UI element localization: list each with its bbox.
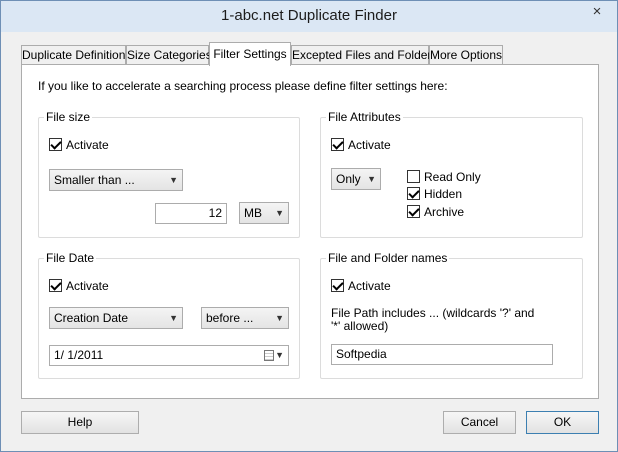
chevron-down-icon: ▼: [169, 175, 178, 185]
archive-checkbox[interactable]: Archive: [407, 205, 464, 219]
archive-label: Archive: [424, 205, 465, 219]
file-path-label: File Path includes ... (wildcards '?' an…: [331, 306, 535, 333]
checkbox-checked-icon: [331, 138, 344, 151]
ok-button[interactable]: OK: [526, 411, 599, 434]
file-size-activate-label: Activate: [66, 138, 109, 152]
read-only-checkbox[interactable]: Read Only: [407, 170, 481, 184]
close-icon[interactable]: ×: [583, 2, 611, 22]
file-attributes-mode-select[interactable]: Only ▼: [331, 168, 381, 190]
file-names-title: File and Folder names: [326, 251, 450, 265]
tab-excepted-files[interactable]: Excepted Files and Folders: [291, 45, 437, 65]
chevron-down-icon[interactable]: ▼: [275, 346, 284, 365]
checkbox-checked-icon: [331, 279, 344, 292]
file-date-value: 1/ 1/2011: [54, 348, 104, 362]
file-date-comparison-value: before ...: [206, 311, 254, 325]
filter-settings-panel: If you like to accelerate a searching pr…: [21, 64, 599, 399]
file-size-value-input[interactable]: 12: [155, 203, 227, 224]
read-only-label: Read Only: [424, 170, 481, 184]
file-date-picker[interactable]: 1/ 1/2011 ▼: [49, 345, 289, 366]
file-path-input[interactable]: Softpedia: [331, 344, 553, 365]
file-size-unit-value: MB: [244, 206, 262, 220]
file-attributes-group: File Attributes Activate Only ▼ Read Onl…: [320, 110, 583, 238]
file-attributes-title: File Attributes: [326, 110, 403, 124]
calendar-icon[interactable]: [264, 350, 274, 361]
app-window: 1-abc.net Duplicate Finder × Duplicate D…: [0, 0, 618, 452]
title-bar: 1-abc.net Duplicate Finder ×: [1, 1, 617, 32]
file-date-type-select[interactable]: Creation Date ▼: [49, 307, 183, 329]
file-date-type-value: Creation Date: [54, 311, 129, 325]
file-size-group: File size Activate Smaller than ... ▼ 12…: [38, 110, 300, 238]
hidden-label: Hidden: [424, 187, 463, 201]
cancel-button[interactable]: Cancel: [443, 411, 516, 434]
chevron-down-icon: ▼: [367, 174, 376, 184]
intro-text: If you like to accelerate a searching pr…: [38, 79, 448, 93]
file-names-activate-label: Activate: [348, 279, 391, 293]
chevron-down-icon: ▼: [169, 313, 178, 323]
file-size-comparison-value: Smaller than ...: [54, 173, 135, 187]
file-date-title: File Date: [44, 251, 97, 265]
tab-more-options[interactable]: More Options: [429, 45, 503, 65]
checkbox-checked-icon: [407, 205, 420, 218]
checkbox-checked-icon: [49, 279, 62, 292]
file-size-comparison-select[interactable]: Smaller than ... ▼: [49, 169, 183, 191]
tab-duplicate-definition[interactable]: Duplicate Definition: [21, 45, 126, 65]
file-attributes-activate-label: Activate: [348, 138, 391, 152]
file-size-title: File size: [44, 110, 93, 124]
file-date-comparison-select[interactable]: before ... ▼: [201, 307, 289, 329]
file-attributes-activate-checkbox[interactable]: Activate: [331, 138, 391, 152]
file-date-group: File Date Activate Creation Date ▼ befor…: [38, 251, 300, 379]
hidden-checkbox[interactable]: Hidden: [407, 187, 462, 201]
file-names-group: File and Folder names Activate File Path…: [320, 251, 583, 379]
tab-filter-settings[interactable]: Filter Settings: [209, 42, 291, 66]
chevron-down-icon: ▼: [275, 208, 284, 218]
checkbox-checked-icon: [49, 138, 62, 151]
checkbox-checked-icon: [407, 187, 420, 200]
help-button[interactable]: Help: [21, 411, 139, 434]
file-date-activate-checkbox[interactable]: Activate: [49, 279, 109, 293]
file-names-activate-checkbox[interactable]: Activate: [331, 279, 391, 293]
tab-size-categories[interactable]: Size Categories: [126, 45, 212, 65]
chevron-down-icon: ▼: [275, 313, 284, 323]
file-date-activate-label: Activate: [66, 279, 109, 293]
file-size-activate-checkbox[interactable]: Activate: [49, 138, 109, 152]
window-title: 1-abc.net Duplicate Finder: [221, 7, 397, 24]
checkbox-unchecked-icon: [407, 170, 420, 183]
file-attributes-mode-value: Only: [336, 172, 361, 186]
file-size-unit-select[interactable]: MB ▼: [239, 202, 289, 224]
